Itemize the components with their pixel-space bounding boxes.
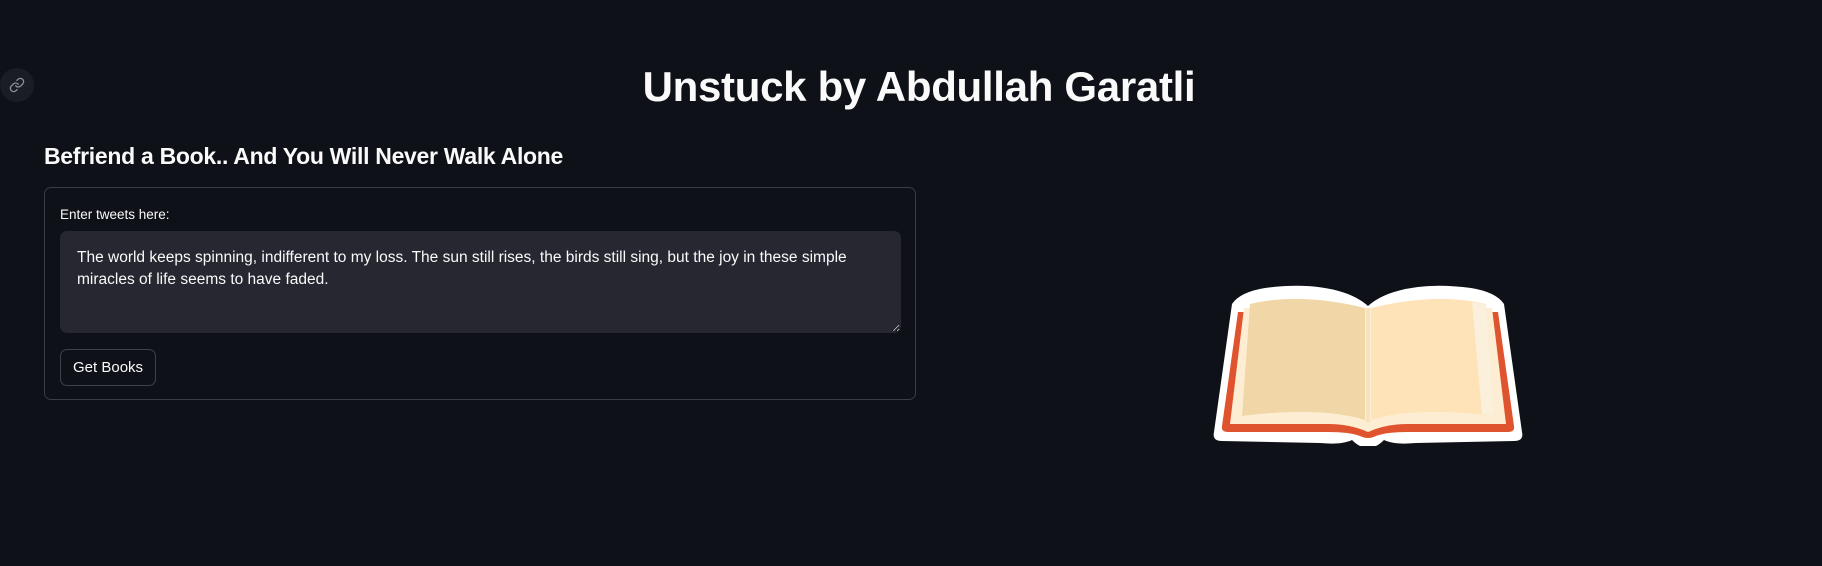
- tweet-input[interactable]: The world keeps spinning, indifferent to…: [60, 231, 901, 333]
- page-title: Unstuck by Abdullah Garatli: [642, 63, 1196, 110]
- open-book-icon: [1213, 285, 1523, 446]
- page-subheader: Befriend a Book.. And You Will Never Wal…: [44, 143, 564, 169]
- tweet-input-label: Enter tweets here:: [60, 207, 170, 222]
- app-page: Unstuck by Abdullah Garatli Befriend a B…: [0, 0, 1822, 566]
- tweet-form: Enter tweets here: The world keeps spinn…: [44, 187, 916, 400]
- get-books-button[interactable]: Get Books: [60, 349, 157, 386]
